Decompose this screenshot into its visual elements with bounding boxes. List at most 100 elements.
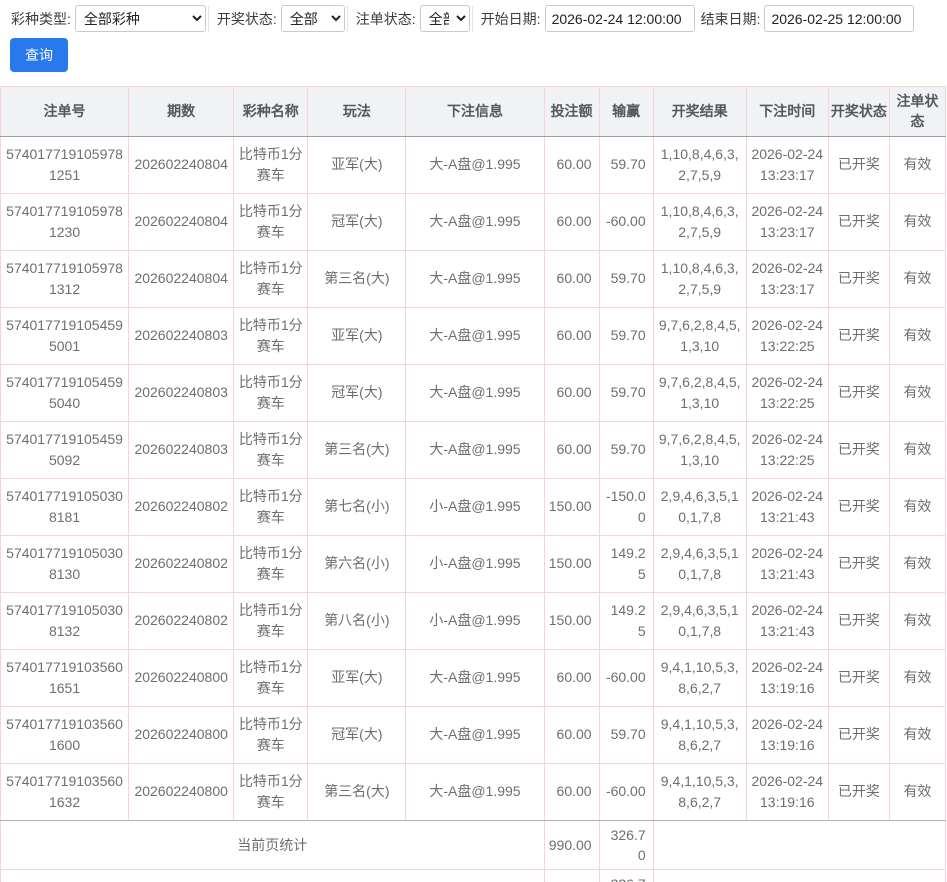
cell-lottery-name: 比特币1分赛车	[234, 706, 308, 763]
lottery-type-select[interactable]: 全部彩种	[75, 5, 206, 32]
cell-draw-status: 已开奖	[828, 649, 889, 706]
table-footer: 当前页统计 990.00 326.70 总统计 990.00 326.70	[1, 820, 946, 882]
cell-order-status: 有效	[889, 763, 945, 820]
cell-lottery-name: 比特币1分赛车	[234, 649, 308, 706]
summary-empty	[653, 820, 945, 870]
cell-bet-info: 大-A盘@1.995	[406, 250, 544, 307]
cell-order-status: 有效	[889, 478, 945, 535]
cell-play-type: 第七名(小)	[308, 478, 406, 535]
table-row: 5740177191035601651202602240800比特币1分赛车亚军…	[1, 649, 946, 706]
cell-lottery-name: 比特币1分赛车	[234, 364, 308, 421]
cell-order-id: 5740177191035601632	[1, 763, 129, 820]
cell-order-id: 5740177191054595001	[1, 307, 129, 364]
cell-draw-status: 已开奖	[828, 364, 889, 421]
cell-order-id: 5740177191050308181	[1, 478, 129, 535]
cell-bet-time: 2026-02-24 13:19:16	[746, 649, 828, 706]
cell-draw-status: 已开奖	[828, 706, 889, 763]
cell-bet-amount: 60.00	[544, 307, 599, 364]
cell-lottery-name: 比特币1分赛车	[234, 250, 308, 307]
end-date-label: 结束日期:	[701, 9, 761, 29]
summary-row-total: 总统计 990.00 326.70	[1, 870, 946, 882]
cell-bet-info: 大-A盘@1.995	[406, 706, 544, 763]
cell-period: 202602240800	[129, 706, 234, 763]
cell-bet-amount: 60.00	[544, 706, 599, 763]
table-row: 5740177191059781312202602240804比特币1分赛车第三…	[1, 250, 946, 307]
cell-period: 202602240803	[129, 307, 234, 364]
cell-order-id: 5740177191050308132	[1, 592, 129, 649]
cell-draw-result: 9,7,6,2,8,4,5,1,3,10	[653, 307, 746, 364]
cell-order-id: 5740177191059781230	[1, 193, 129, 250]
action-bar: 查询	[0, 32, 947, 72]
start-date-input[interactable]	[545, 5, 695, 32]
cell-draw-result: 9,7,6,2,8,4,5,1,3,10	[653, 364, 746, 421]
cell-lottery-name: 比特币1分赛车	[234, 421, 308, 478]
cell-play-type: 第三名(大)	[308, 763, 406, 820]
cell-win-loss: 59.70	[599, 250, 653, 307]
cell-bet-time: 2026-02-24 13:22:25	[746, 307, 828, 364]
cell-draw-status: 已开奖	[828, 478, 889, 535]
cell-bet-amount: 150.00	[544, 478, 599, 535]
cell-bet-info: 大-A盘@1.995	[406, 136, 544, 193]
cell-play-type: 冠军(大)	[308, 193, 406, 250]
cell-period: 202602240802	[129, 478, 234, 535]
cell-lottery-name: 比特币1分赛车	[234, 136, 308, 193]
col-header-draw-status: 开奖状态	[828, 87, 889, 137]
cell-order-status: 有效	[889, 364, 945, 421]
query-button[interactable]: 查询	[10, 38, 68, 72]
cell-win-loss: -150.00	[599, 478, 653, 535]
cell-bet-time: 2026-02-24 13:23:17	[746, 136, 828, 193]
cell-period: 202602240804	[129, 136, 234, 193]
summary-win-loss: 326.70	[599, 870, 653, 882]
filter-end-date: 结束日期:	[695, 5, 915, 32]
cell-order-id: 5740177191054595092	[1, 421, 129, 478]
cell-order-id: 5740177191035601651	[1, 649, 129, 706]
cell-order-status: 有效	[889, 307, 945, 364]
cell-bet-amount: 150.00	[544, 592, 599, 649]
cell-bet-amount: 60.00	[544, 193, 599, 250]
cell-bet-time: 2026-02-24 13:19:16	[746, 706, 828, 763]
cell-lottery-name: 比特币1分赛车	[234, 535, 308, 592]
betting-records-page: 彩种类型: 全部彩种 开奖状态: 全部 注单状态: 全部 开始日期: 结束日期:	[0, 0, 947, 882]
filter-draw-status: 开奖状态: 全部	[211, 5, 345, 32]
cell-order-id: 5740177191059781251	[1, 136, 129, 193]
order-status-select[interactable]: 全部	[420, 5, 470, 32]
cell-draw-status: 已开奖	[828, 136, 889, 193]
cell-bet-amount: 60.00	[544, 136, 599, 193]
cell-bet-info: 小-A盘@1.995	[406, 535, 544, 592]
col-header-draw-result: 开奖结果	[653, 87, 746, 137]
cell-play-type: 第八名(小)	[308, 592, 406, 649]
cell-draw-result: 2,9,4,6,3,5,10,1,7,8	[653, 478, 746, 535]
filter-order-status: 注单状态: 全部	[350, 5, 470, 32]
lottery-type-label: 彩种类型:	[11, 9, 71, 29]
cell-bet-info: 大-A盘@1.995	[406, 364, 544, 421]
cell-play-type: 第六名(小)	[308, 535, 406, 592]
cell-draw-result: 9,4,1,10,5,3,8,6,2,7	[653, 763, 746, 820]
table-row: 5740177191059781251202602240804比特币1分赛车亚军…	[1, 136, 946, 193]
cell-play-type: 冠军(大)	[308, 706, 406, 763]
col-header-bet-info: 下注信息	[406, 87, 544, 137]
cell-win-loss: 149.25	[599, 535, 653, 592]
table-row: 5740177191050308181202602240802比特币1分赛车第七…	[1, 478, 946, 535]
filter-start-date: 开始日期:	[475, 5, 695, 32]
cell-draw-result: 2,9,4,6,3,5,10,1,7,8	[653, 592, 746, 649]
table-header-row: 注单号 期数 彩种名称 玩法 下注信息 投注额 输赢 开奖结果 下注时间 开奖状…	[1, 87, 946, 137]
cell-draw-status: 已开奖	[828, 763, 889, 820]
filter-divider	[208, 6, 209, 32]
table-header: 注单号 期数 彩种名称 玩法 下注信息 投注额 输赢 开奖结果 下注时间 开奖状…	[1, 87, 946, 137]
end-date-input[interactable]	[764, 5, 914, 32]
draw-status-select[interactable]: 全部	[281, 5, 345, 32]
cell-play-type: 第三名(大)	[308, 421, 406, 478]
col-header-period: 期数	[129, 87, 234, 137]
records-table: 注单号 期数 彩种名称 玩法 下注信息 投注额 输赢 开奖结果 下注时间 开奖状…	[0, 86, 946, 882]
filter-bar: 彩种类型: 全部彩种 开奖状态: 全部 注单状态: 全部 开始日期: 结束日期:	[0, 0, 947, 32]
cell-bet-info: 大-A盘@1.995	[406, 421, 544, 478]
cell-play-type: 亚军(大)	[308, 136, 406, 193]
cell-draw-result: 1,10,8,4,6,3,2,7,5,9	[653, 136, 746, 193]
cell-bet-time: 2026-02-24 13:23:17	[746, 193, 828, 250]
cell-bet-time: 2026-02-24 13:23:17	[746, 250, 828, 307]
table-row: 5740177191035601632202602240800比特币1分赛车第三…	[1, 763, 946, 820]
cell-bet-amount: 150.00	[544, 535, 599, 592]
cell-lottery-name: 比特币1分赛车	[234, 193, 308, 250]
cell-lottery-name: 比特币1分赛车	[234, 307, 308, 364]
cell-lottery-name: 比特币1分赛车	[234, 592, 308, 649]
